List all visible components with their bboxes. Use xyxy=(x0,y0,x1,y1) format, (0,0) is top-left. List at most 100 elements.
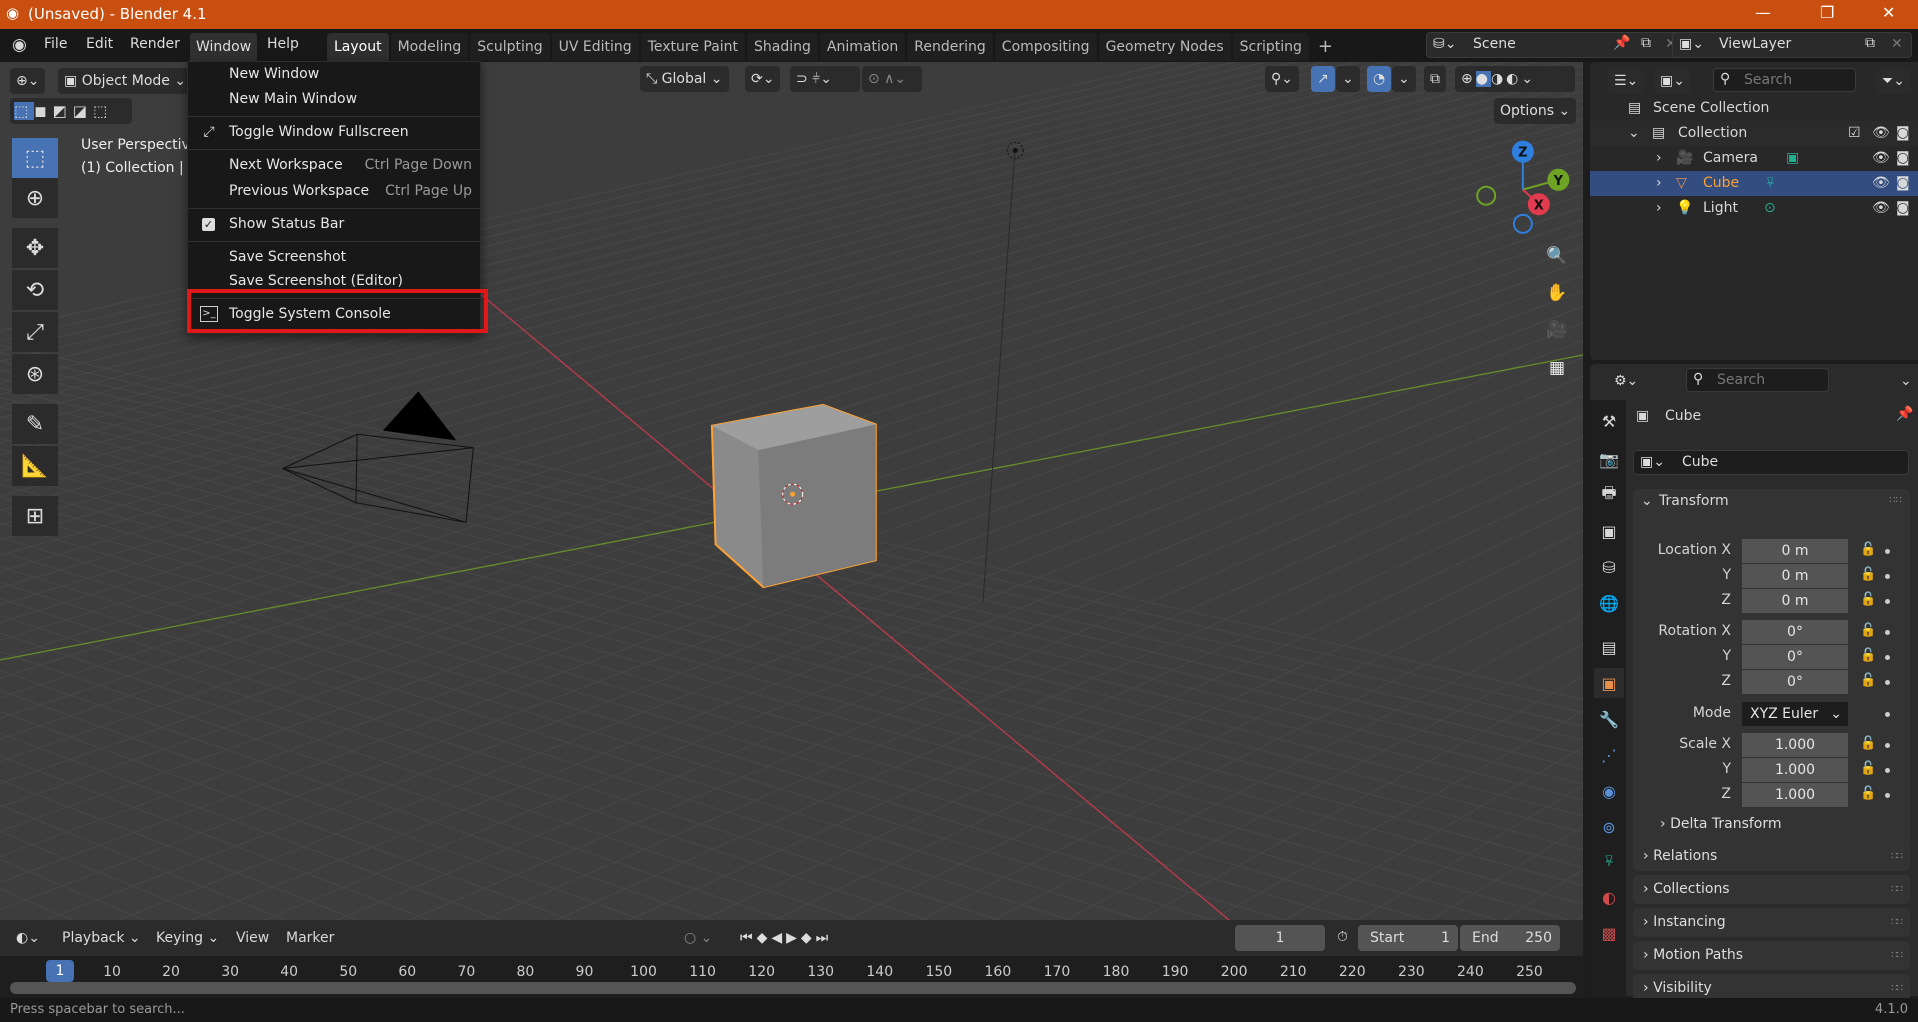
lock-icon[interactable]: 🔓 xyxy=(1860,673,1876,688)
lock-icon[interactable]: 🔓 xyxy=(1860,786,1876,801)
tab-layout[interactable]: Layout xyxy=(327,33,389,61)
display-mode-selector[interactable]: ☰⌄ xyxy=(1608,68,1645,94)
outliner-row-camera[interactable]: › 🎥 Camera ▣ 👁 ◙ xyxy=(1590,146,1918,171)
add-cube-tool[interactable]: ⊞ xyxy=(12,496,58,536)
scene-tab-icon[interactable]: ⛁ xyxy=(1594,552,1624,582)
drag-grip-icon[interactable]: ∷∷ xyxy=(1889,495,1902,506)
transform-value-field[interactable]: 0° xyxy=(1742,670,1848,694)
mesh-data-icon[interactable]: ⍫ xyxy=(1766,171,1774,196)
keyframe-dot-icon[interactable] xyxy=(1885,574,1890,579)
drag-grip-icon[interactable]: ∷∷ xyxy=(1891,875,1903,904)
transform-value-field[interactable]: 1.000 xyxy=(1742,758,1848,782)
menu-help[interactable]: Help xyxy=(267,36,299,52)
rotation-mode-dropdown[interactable]: XYZ Euler ⌄ xyxy=(1742,702,1848,726)
pin-icon[interactable]: 📌 xyxy=(1896,406,1913,422)
marker-menu[interactable]: Marker xyxy=(286,930,334,946)
keyframe-dot-icon[interactable] xyxy=(1885,793,1890,798)
constraints-tab-icon[interactable]: ⊚ xyxy=(1594,812,1624,842)
checkbox-checked-icon[interactable]: ✓ xyxy=(202,218,215,231)
modifier-tab-icon[interactable]: 🔧 xyxy=(1594,704,1624,734)
keyframe-dot-icon[interactable] xyxy=(1885,743,1890,748)
editor-type-button[interactable]: ⊕⌄ xyxy=(10,68,46,94)
lock-icon[interactable]: 🔓 xyxy=(1860,761,1876,776)
eye-icon[interactable]: 👁 xyxy=(1872,196,1890,221)
menu-edit[interactable]: Edit xyxy=(86,36,113,52)
tab-shading[interactable]: Shading xyxy=(747,33,818,61)
tab-rendering[interactable]: Rendering xyxy=(907,33,993,61)
properties-search-input[interactable]: ⚲ Search xyxy=(1686,368,1829,392)
gizmo-toggle[interactable]: ↗ xyxy=(1311,66,1335,92)
filter-button[interactable]: ⏷⌄ xyxy=(1876,68,1911,94)
chevron-right-icon[interactable]: › xyxy=(1656,196,1662,221)
delta-transform-subpanel[interactable]: › Delta Transform xyxy=(1650,810,1918,839)
panel-collections[interactable]: › Collections ∷∷ xyxy=(1633,875,1910,904)
tool-tab-icon[interactable]: ⚒ xyxy=(1594,406,1624,436)
scale-tool[interactable]: ⤢ xyxy=(12,312,58,352)
move-tool[interactable]: ✥ xyxy=(12,228,58,268)
tab-animation[interactable]: Animation xyxy=(819,33,906,61)
drag-grip-icon[interactable]: ∷∷ xyxy=(1891,842,1903,871)
panel-instancing[interactable]: › Instancing ∷∷ xyxy=(1633,908,1910,937)
delete-view-layer-icon[interactable]: ✕ xyxy=(1891,36,1903,52)
snap-toggle[interactable]: ⊃ ⫩⌄ xyxy=(790,66,860,92)
tab-scripting[interactable]: Scripting xyxy=(1232,33,1309,61)
panel-relations[interactable]: › Relations ∷∷ xyxy=(1633,842,1910,871)
add-workspace-button[interactable]: + xyxy=(1311,33,1340,61)
transform-value-field[interactable]: 1.000 xyxy=(1742,733,1848,757)
menu-render[interactable]: Render xyxy=(130,36,180,52)
gizmo-dropdown[interactable]: ⌄ xyxy=(1336,66,1360,92)
keyframe-dot-icon[interactable] xyxy=(1885,655,1890,660)
new-scene-icon[interactable]: ⧉ xyxy=(1641,35,1651,51)
perspective-toggle-icon[interactable]: ▦ xyxy=(1542,353,1572,383)
rotate-tool[interactable]: ⟲ xyxy=(12,270,58,310)
keyframe-dot-icon[interactable] xyxy=(1885,599,1890,604)
outliner-row-cube[interactable]: › ▽ Cube ⍫ 👁 ◙ xyxy=(1590,171,1918,196)
transform-value-field[interactable]: 0° xyxy=(1742,645,1848,669)
overlay-dropdown[interactable]: ⌄ xyxy=(1392,66,1416,92)
menu-item-toggle-fullscreen[interactable]: ⤢ Toggle Window Fullscreen xyxy=(188,120,482,145)
eye-icon[interactable]: 👁 xyxy=(1872,171,1890,196)
panel-motion-paths[interactable]: › Motion Paths ∷∷ xyxy=(1633,941,1910,970)
object-tab-icon[interactable]: ▣ xyxy=(1594,668,1624,698)
chevron-right-icon[interactable]: › xyxy=(1656,171,1662,196)
eye-icon[interactable]: 👁 xyxy=(1872,121,1890,146)
properties-options-dropdown[interactable]: ⌄ xyxy=(1894,368,1918,394)
menu-item-save-screenshot[interactable]: Save Screenshot xyxy=(188,245,482,270)
physics-tab-icon[interactable]: ◉ xyxy=(1594,776,1624,806)
material-tab-icon[interactable]: ◐ xyxy=(1594,882,1624,912)
object-data-selector-icon[interactable]: ▣⌄ xyxy=(1640,454,1665,470)
texture-tab-icon[interactable]: ▩ xyxy=(1594,918,1624,948)
pin-icon[interactable]: 📌 xyxy=(1613,35,1630,51)
playback-menu[interactable]: Playback ⌄ xyxy=(56,925,147,951)
particles-tab-icon[interactable]: ⋰ xyxy=(1594,740,1624,770)
keyframe-dot-icon[interactable] xyxy=(1885,680,1890,685)
keying-menu[interactable]: Keying ⌄ xyxy=(150,925,226,951)
shading-mode-buttons[interactable]: ⊕●◑◐⌄ xyxy=(1455,66,1575,92)
properties-editor-type[interactable]: ⚙⌄ xyxy=(1608,368,1645,394)
options-button[interactable]: Options ⌄ xyxy=(1494,98,1577,124)
render-camera-icon[interactable]: ◙ xyxy=(1896,196,1910,221)
lock-icon[interactable]: 🔓 xyxy=(1860,736,1876,751)
drag-grip-icon[interactable]: ∷∷ xyxy=(1891,941,1903,970)
tab-compositing[interactable]: Compositing xyxy=(994,33,1097,61)
drag-grip-icon[interactable]: ∷∷ xyxy=(1891,908,1903,937)
transform-tool[interactable]: ⊛ xyxy=(12,354,58,394)
scene-selector[interactable]: ⛁⌄ Scene 📌 ⧉ ✕ xyxy=(1426,32,1684,58)
filter-layer-selector[interactable]: ▣⌄ xyxy=(1654,68,1691,94)
world-tab-icon[interactable]: 🌐 xyxy=(1594,588,1624,618)
tab-texture-paint[interactable]: Texture Paint xyxy=(640,33,746,61)
keyframe-dot-icon[interactable] xyxy=(1885,712,1890,717)
menu-item-previous-workspace[interactable]: Previous Workspace Ctrl Page Up xyxy=(188,179,482,204)
transform-value-field[interactable]: 0 m xyxy=(1742,589,1848,613)
visibility-selector[interactable]: ⚲⌄ xyxy=(1265,66,1299,92)
chevron-right-icon[interactable]: › xyxy=(1656,146,1662,171)
light-data-icon[interactable]: ⊙ xyxy=(1764,196,1776,221)
outliner-search-input[interactable]: ⚲ Search xyxy=(1713,68,1856,92)
pan-hand-icon[interactable]: ✋ xyxy=(1542,278,1572,308)
collection-tab-icon[interactable]: ▤ xyxy=(1594,632,1624,662)
render-tab-icon[interactable]: 📷 xyxy=(1594,444,1624,474)
camera-data-icon[interactable]: ▣ xyxy=(1786,146,1799,171)
lock-icon[interactable]: 🔓 xyxy=(1860,648,1876,663)
close-button[interactable]: ✕ xyxy=(1882,3,1895,22)
eye-icon[interactable]: 👁 xyxy=(1872,146,1890,171)
